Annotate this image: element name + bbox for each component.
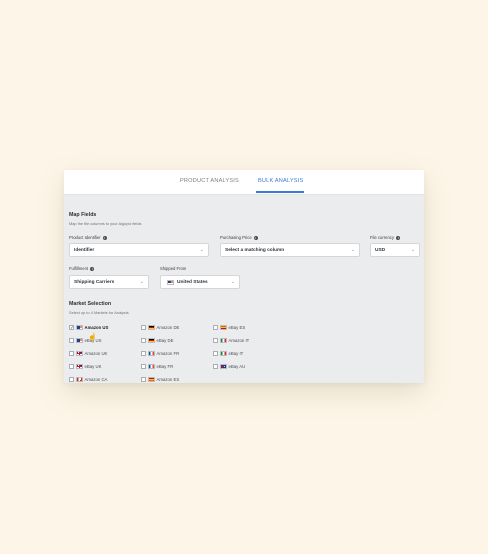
market-checkbox[interactable] [141, 325, 146, 330]
market-checkbox[interactable] [141, 364, 146, 369]
market-label: Amazon UK [84, 351, 108, 356]
market-option[interactable]: eBay AU [213, 363, 245, 370]
file-currency-label: File currency i [370, 235, 401, 240]
market-selection-title: Market Selection [69, 301, 112, 307]
market-option[interactable]: Amazon DE [141, 324, 179, 331]
market-checkbox[interactable] [141, 338, 146, 343]
active-tab-indicator [256, 191, 304, 193]
fulfillment-label-text: Fulfillment [69, 266, 89, 271]
chevron-down-icon: ⌄ [410, 247, 415, 253]
market-checkbox[interactable] [69, 325, 74, 330]
info-icon[interactable]: i [90, 266, 95, 271]
fulfillment-label: Fulfillment i [69, 266, 95, 271]
market-checkbox[interactable] [213, 364, 218, 369]
us-flag-icon [167, 279, 174, 285]
market-label: Amazon US [84, 325, 109, 330]
market-option[interactable]: Amazon FR [141, 350, 179, 357]
us-flag-icon [75, 338, 83, 343]
es-flag-icon [219, 325, 227, 330]
market-label: eBay UK [84, 364, 102, 369]
shipped-from-value: United States [177, 279, 208, 285]
tab-bulk-analysis[interactable]: BULK ANALYSIS [258, 178, 303, 184]
ca-flag-icon [75, 377, 83, 382]
market-option[interactable]: Amazon ES [141, 376, 179, 383]
market-label: eBay DE [156, 338, 174, 343]
market-option[interactable]: eBay ES [213, 324, 245, 331]
product-identifier-label-text: Product Identifier [69, 235, 101, 240]
mouse-pointer-icon: ☝ [88, 334, 97, 341]
tab-product-analysis[interactable]: PRODUCT ANALYSIS [180, 178, 239, 184]
info-icon[interactable]: i [102, 235, 107, 240]
purchasing-price-label-text: Purchasing Price [220, 235, 252, 240]
market-selection-subtitle: Select up to 4 Markets for Analysis [69, 310, 129, 315]
bulk-analysis-card: PRODUCT ANALYSIS BULK ANALYSIS Map Field… [64, 170, 424, 383]
file-currency-select[interactable]: USD ⌄ [370, 243, 420, 257]
fr-flag-icon [147, 351, 155, 356]
market-checkbox[interactable] [69, 338, 74, 343]
file-currency-label-text: File currency [370, 235, 394, 240]
market-label: Amazon IT [228, 338, 250, 343]
market-option[interactable]: Amazon IT [213, 337, 249, 344]
fulfillment-value: Shipping Carriers [74, 279, 115, 285]
market-option[interactable]: eBay IT [213, 350, 243, 357]
fr-flag-icon [147, 364, 155, 369]
es-flag-icon [147, 377, 155, 382]
it-flag-icon [219, 338, 227, 343]
market-label: Amazon CA [84, 377, 108, 382]
market-checkbox[interactable] [69, 364, 74, 369]
market-checkbox[interactable] [69, 351, 74, 356]
purchasing-price-value: Select a matching column [225, 247, 285, 253]
market-label: Amazon ES [156, 377, 180, 382]
market-checkbox[interactable] [213, 338, 218, 343]
shipped-from-value-wrap: United States [167, 279, 208, 285]
shipped-from-select[interactable]: United States ⌄ [160, 275, 240, 289]
market-checkbox[interactable] [213, 351, 218, 356]
market-label: eBay FR [156, 364, 174, 369]
market-option[interactable]: Amazon CA [69, 376, 107, 383]
info-icon[interactable]: i [396, 235, 401, 240]
market-checkbox[interactable] [213, 325, 218, 330]
chevron-down-icon: ⌄ [139, 279, 144, 285]
chevron-down-icon: ⌄ [230, 279, 235, 285]
product-identifier-label: Product Identifier i [69, 235, 107, 240]
market-option[interactable]: Amazon UK [69, 350, 107, 357]
de-flag-icon [147, 325, 155, 330]
market-checkbox[interactable] [141, 351, 146, 356]
file-currency-value: USD [375, 247, 386, 253]
product-identifier-select[interactable]: Identifier ⌄ [69, 243, 209, 257]
market-label: eBay AU [228, 364, 246, 369]
de-flag-icon [147, 338, 155, 343]
au-flag-icon [219, 364, 227, 369]
market-checkbox[interactable] [141, 377, 146, 382]
purchasing-price-select[interactable]: Select a matching column ⌄ [220, 243, 360, 257]
market-label: eBay ES [228, 325, 246, 330]
market-option[interactable]: Amazon US [69, 324, 108, 331]
product-identifier-value: Identifier [74, 247, 95, 253]
us-flag-icon [75, 325, 83, 330]
fulfillment-select[interactable]: Shipping Carriers ⌄ [69, 275, 149, 289]
chevron-down-icon: ⌄ [350, 247, 355, 253]
map-fields-title: Map Fields [69, 212, 97, 218]
market-option[interactable]: eBay UK [69, 363, 101, 370]
it-flag-icon [219, 351, 227, 356]
market-label: eBay IT [228, 351, 244, 356]
uk-flag-icon [75, 364, 83, 369]
tab-bar: PRODUCT ANALYSIS BULK ANALYSIS [64, 170, 424, 195]
map-fields-subtitle: Map the file columns to your Algopix fie… [69, 221, 142, 226]
info-icon[interactable]: i [253, 235, 258, 240]
purchasing-price-label: Purchasing Price i [220, 235, 258, 240]
market-checkbox[interactable] [69, 377, 74, 382]
uk-flag-icon [75, 351, 83, 356]
shipped-from-label: Shipped From [160, 266, 187, 271]
market-label: Amazon DE [156, 325, 180, 330]
market-option[interactable]: eBay DE [141, 337, 173, 344]
market-label: Amazon FR [156, 351, 180, 356]
chevron-down-icon: ⌄ [199, 247, 204, 253]
market-option[interactable]: eBay FR [141, 363, 173, 370]
